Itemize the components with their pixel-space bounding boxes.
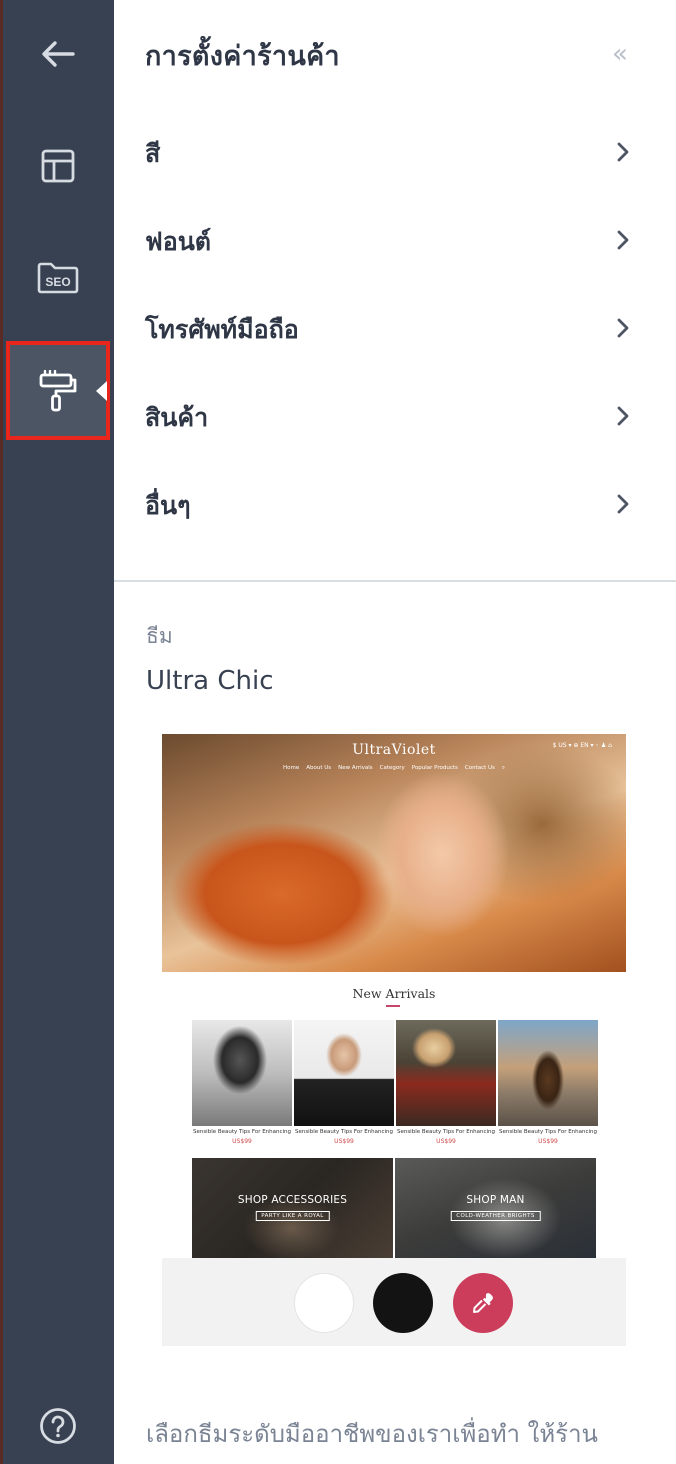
active-indicator <box>96 381 107 401</box>
preview-section-title: New Arrivals <box>352 986 436 1001</box>
preview-nav-item: About Us <box>306 765 332 771</box>
question-circle-icon <box>40 1408 76 1444</box>
product-price: US$99 <box>334 1138 354 1145</box>
product-name: Sensible Beauty Tips For Enhancing <box>192 1129 292 1135</box>
preview-nav-item: Contact Us <box>464 765 495 771</box>
banner-subtitle: PARTY LIKE A ROYAL <box>255 1211 330 1221</box>
product-price: US$99 <box>232 1138 252 1145</box>
preview-nav: Home About Us New Arrivals Category Popu… <box>162 765 626 772</box>
chevron-right-icon <box>617 494 629 514</box>
menu-item-colors[interactable]: สี <box>114 108 676 196</box>
theme-preview[interactable]: UltraViolet $ US ▾ ⊕ EN ▾ ◦ ♟ ⌂ Home Abo… <box>162 734 626 1346</box>
swatch-white[interactable] <box>294 1273 354 1333</box>
product-price: US$99 <box>436 1138 456 1145</box>
color-swatch-bar <box>162 1258 626 1346</box>
preview-top-right-menu: $ US ▾ ⊕ EN ▾ ◦ ♟ ⌂ <box>552 742 612 749</box>
swatch-black[interactable] <box>373 1273 433 1333</box>
product-image <box>498 1020 598 1126</box>
left-rail: SEO <box>0 0 114 1464</box>
product-image <box>396 1020 496 1126</box>
banner-title: SHOP MAN <box>466 1194 525 1206</box>
preview-nav-item: Category <box>379 765 405 771</box>
preview-banner-man: SHOP MAN COLD-WEATHER BRIGHTS <box>395 1158 596 1258</box>
banner-title: SHOP ACCESSORIES <box>237 1194 348 1206</box>
menu-item-label: สินค้า <box>145 403 209 432</box>
menu-item-fonts[interactable]: ฟอนต์ <box>114 196 676 284</box>
panel-header: การตั้งค่าร้านค้า « <box>114 0 676 104</box>
arrow-left-icon <box>42 41 75 67</box>
preview-product: Sensible Beauty Tips For Enhancing US$99 <box>498 1020 598 1150</box>
preview-product: Sensible Beauty Tips For Enhancing US$99 <box>192 1020 292 1150</box>
menu-item-label: สี <box>145 139 161 168</box>
product-price: US$99 <box>538 1138 558 1145</box>
rail-edge <box>0 0 3 1464</box>
theme-name: Ultra Chic <box>146 666 274 696</box>
preview-banners: SHOP ACCESSORIES PARTY LIKE A ROYAL SHOP… <box>192 1158 596 1258</box>
theme-description: เลือกธีมระดับมืออาชีพของเราเพื่อทำ ให้ร้… <box>146 1420 598 1448</box>
page-title: การตั้งค่าร้านค้า <box>145 41 340 72</box>
menu-item-label: อื่นๆ <box>145 491 191 520</box>
back-button[interactable] <box>8 6 108 102</box>
settings-menu: สี ฟอนต์ โทรศัพท์มือถือ สินค้า อื่นๆ <box>114 108 676 548</box>
menu-item-others[interactable]: อื่นๆ <box>114 460 676 548</box>
product-image <box>294 1020 394 1126</box>
settings-panel: การตั้งค่าร้านค้า « สี ฟอนต์ โทรศัพท์มือ… <box>114 0 676 1464</box>
product-name: Sensible Beauty Tips For Enhancing <box>396 1129 496 1135</box>
chevron-right-icon <box>617 230 629 250</box>
seo-button[interactable]: SEO <box>8 230 108 326</box>
design-button[interactable] <box>6 341 110 440</box>
layout-icon <box>41 149 75 183</box>
preview-product: Sensible Beauty Tips For Enhancing US$99 <box>396 1020 496 1150</box>
product-name: Sensible Beauty Tips For Enhancing <box>498 1129 598 1135</box>
chevron-right-icon <box>617 406 629 426</box>
preview-banner-accessories: SHOP ACCESSORIES PARTY LIKE A ROYAL <box>192 1158 393 1258</box>
product-name: Sensible Beauty Tips For Enhancing <box>294 1129 394 1135</box>
section-divider <box>114 580 676 582</box>
swatch-custom-picker[interactable] <box>453 1273 513 1333</box>
collapse-panel-button[interactable]: « <box>604 38 636 70</box>
preview-products: Sensible Beauty Tips For Enhancing US$99… <box>192 1020 598 1150</box>
layout-button[interactable] <box>8 118 108 214</box>
product-image <box>192 1020 292 1126</box>
preview-nav-item: Home <box>282 765 300 771</box>
hero-image: UltraViolet $ US ▾ ⊕ EN ▾ ◦ ♟ ⌂ Home Abo… <box>162 734 626 972</box>
help-button[interactable] <box>8 1378 108 1464</box>
banner-subtitle: COLD-WEATHER BRIGHTS <box>450 1211 541 1221</box>
chevron-right-icon <box>617 318 629 338</box>
seo-icon: SEO <box>37 262 79 294</box>
double-chevron-left-icon: « <box>612 39 628 69</box>
preview-nav-item: Popular Products <box>411 765 458 771</box>
theme-caption: ธีม <box>146 624 173 648</box>
seo-icon-label: SEO <box>45 275 70 289</box>
menu-item-label: โทรศัพท์มือถือ <box>145 315 299 344</box>
menu-item-products[interactable]: สินค้า <box>114 372 676 460</box>
menu-item-label: ฟอนต์ <box>145 227 212 256</box>
preview-nav-item: New Arrivals <box>338 765 373 771</box>
paint-roller-icon <box>39 369 77 411</box>
preview-section-rule <box>386 1005 400 1007</box>
chevron-right-icon <box>617 142 629 162</box>
preview-product: Sensible Beauty Tips For Enhancing US$99 <box>294 1020 394 1150</box>
eyedropper-icon <box>473 1293 493 1313</box>
menu-item-mobile[interactable]: โทรศัพท์มือถือ <box>114 284 676 372</box>
preview-search-icon: ⌕ <box>501 765 506 771</box>
